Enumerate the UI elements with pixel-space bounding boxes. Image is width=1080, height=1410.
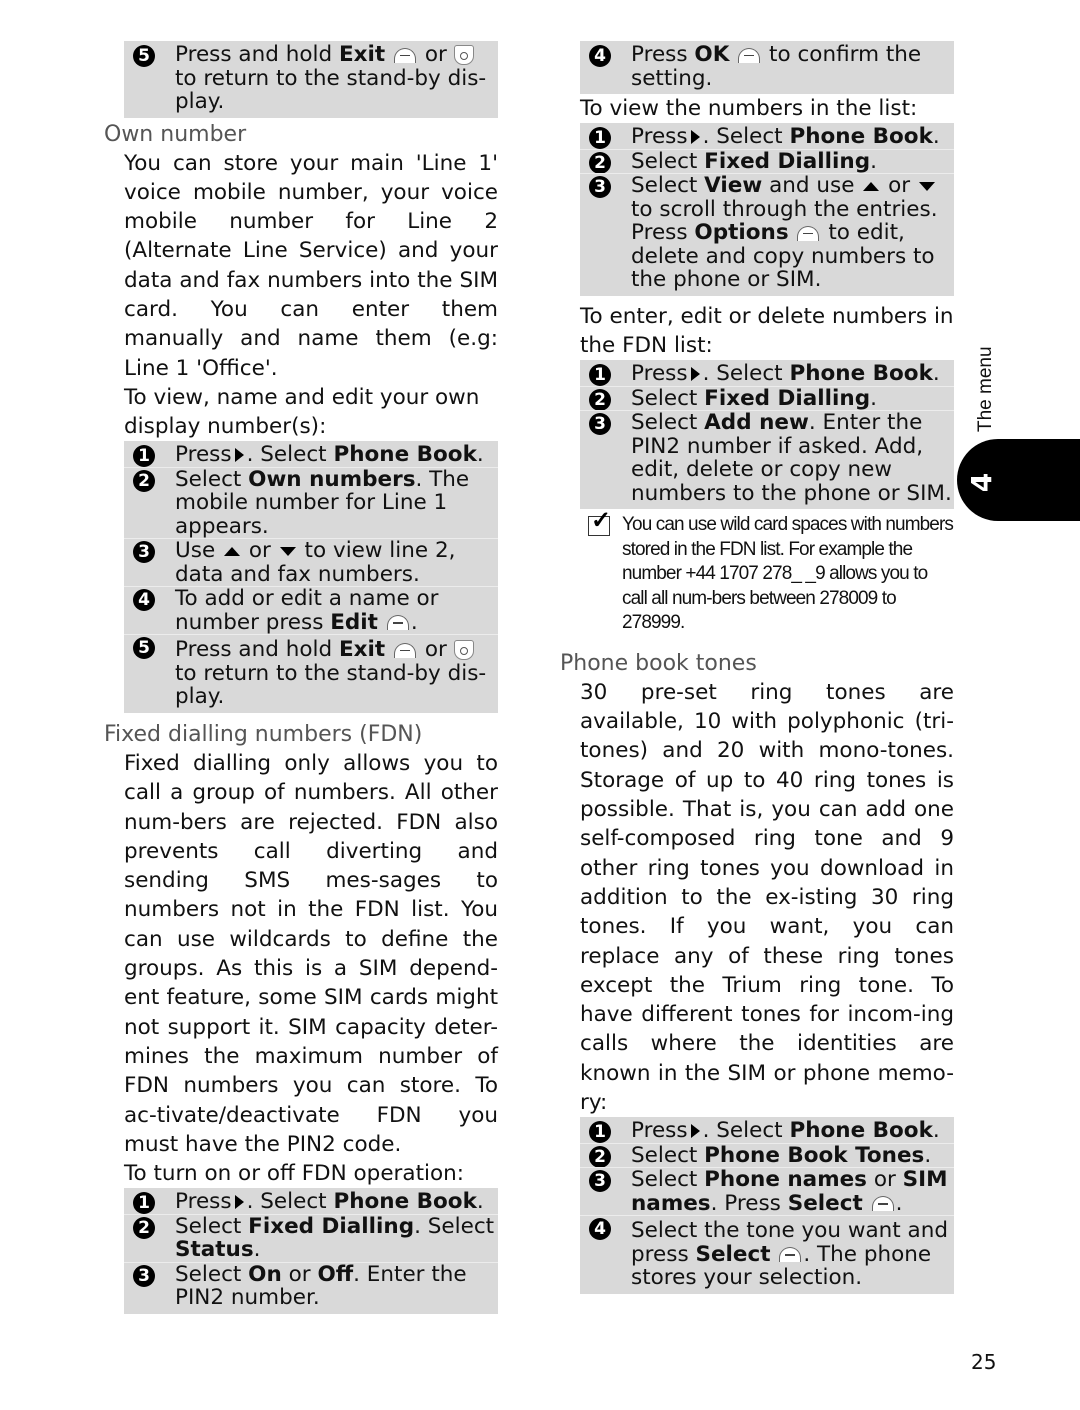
up-arrow-icon [224, 546, 241, 556]
own-number-paragraph: You can store your main 'Line 1' voice m… [124, 150, 498, 381]
step-item: 3 Use or to view line 2, data and fax nu… [124, 538, 498, 586]
chapter-side-label: The menu [975, 346, 996, 432]
left-column: 5 Press and hold Exit or to return to th… [104, 0, 498, 1314]
step-number: 5 [133, 45, 155, 67]
step-item: 3 Select Add new. Enter the PIN2 number … [580, 410, 954, 505]
up-arrow-icon [863, 181, 880, 191]
step-item: 3 Select View and use or to scroll throu… [580, 173, 954, 292]
confirm-step-box: 4 Press OK to confirm the setting. [580, 41, 954, 94]
step-number: 2 [589, 1145, 611, 1168]
step-item: 4 Press OK to confirm the setting. [580, 43, 954, 90]
step-item: 3 Select On or Off. Enter the PIN2 numbe… [124, 1261, 498, 1310]
step-item: 2 Select Fixed Dialling. Select Status. [124, 1213, 498, 1262]
view-intro: To view the numbers in the list: [580, 96, 918, 121]
edit-intro: To enter, edit or delete numbers in the … [580, 303, 954, 359]
right-arrow-icon [234, 1195, 244, 1210]
step-item: 1 Press. Select Phone Book. [580, 362, 954, 387]
step-number: 3 [589, 1170, 611, 1193]
down-arrow-icon [918, 181, 935, 191]
edit-steps: 1 Press. Select Phone Book. 2 Select Fix… [580, 360, 954, 510]
own-number-intro: To view, name and edit your own display … [124, 384, 480, 440]
tones-paragraph: 30 pre-set ring tones are available, 10 … [580, 679, 954, 1116]
step-item: 5 Press and hold Exit or to return to th… [124, 634, 498, 709]
step-item: 2 Select Phone Book Tones. [580, 1142, 954, 1168]
right-arrow-icon [690, 367, 700, 382]
down-arrow-icon [279, 546, 296, 556]
softkey-icon [393, 642, 416, 658]
tip-note: You can use wild card spaces with number… [560, 509, 954, 636]
step-number: 3 [589, 413, 611, 436]
step-number: 3 [133, 541, 155, 564]
softkey-icon [386, 615, 409, 631]
step-number: 1 [589, 364, 611, 387]
step-number: 2 [133, 1216, 155, 1239]
step-number: 3 [589, 176, 611, 199]
end-key-icon [453, 640, 474, 661]
section-heading-tones: Phone book tones [560, 650, 757, 676]
step-item: 1 Press. Select Phone Book. [124, 443, 498, 468]
step-number: 2 [589, 151, 611, 174]
section-heading-fdn: Fixed dialling numbers (FDN) [104, 721, 423, 747]
step-number: 5 [133, 637, 155, 660]
step-item: 2 Select Fixed Dialling. [580, 148, 954, 174]
softkey-icon [779, 1247, 802, 1263]
chapter-number: 4 [965, 472, 999, 493]
step-number: 2 [133, 469, 155, 492]
fdn-steps: 1 Press. Select Phone Book. 2 Select Fix… [124, 1188, 498, 1314]
softkey-icon [871, 1196, 894, 1212]
step-item: 4 Select the tone you want and press Sel… [580, 1215, 954, 1290]
checkmark-note-icon [588, 509, 610, 537]
step-item: 2 Select Own numbers. The mobile number … [124, 466, 498, 539]
step-item: 1 Press. Select Phone Book. [124, 1190, 498, 1215]
step-number: 2 [589, 388, 611, 411]
step-item: 3 Select Phone names or SIM names. Press… [580, 1167, 954, 1215]
step-item: 4 To add or edit a name or number press … [124, 586, 498, 634]
step-number: 3 [133, 1264, 155, 1287]
step-number: 1 [133, 445, 155, 468]
step-number: 1 [589, 1121, 611, 1144]
right-arrow-icon [690, 130, 700, 145]
fdn-paragraph: Fixed dialling only allows you to call a… [124, 750, 498, 1157]
exit-step-box: 5 Press and hold Exit or to return to th… [124, 41, 498, 118]
step-number: 1 [133, 1192, 155, 1215]
step-number: 4 [589, 1218, 611, 1241]
section-heading-own-number: Own number [104, 121, 247, 147]
step-item: 1 Press. Select Phone Book. [580, 1119, 954, 1144]
step-number: 4 [589, 45, 611, 67]
right-arrow-icon [690, 1124, 700, 1139]
step-number: 4 [133, 589, 155, 612]
page-number: 25 [971, 1350, 997, 1374]
fdn-intro: To turn on or off FDN operation: [124, 1161, 465, 1187]
own-number-steps: 1 Press. Select Phone Book. 2 Select Own… [124, 441, 498, 713]
end-key-icon [453, 45, 474, 65]
softkey-icon [393, 47, 416, 63]
right-arrow-icon [234, 448, 244, 463]
softkey-icon [738, 47, 761, 63]
view-steps: 1 Press. Select Phone Book. 2 Select Fix… [580, 123, 954, 296]
softkey-icon [797, 225, 820, 241]
right-column: 4 Press OK to confirm the setting. To vi… [560, 0, 954, 1294]
step-number: 1 [589, 127, 611, 150]
step-item: 5 Press and hold Exit or to return to th… [124, 43, 498, 114]
tones-steps: 1 Press. Select Phone Book. 2 Select Pho… [580, 1117, 954, 1294]
step-item: 2 Select Fixed Dialling. [580, 385, 954, 411]
step-item: 1 Press. Select Phone Book. [580, 125, 954, 150]
